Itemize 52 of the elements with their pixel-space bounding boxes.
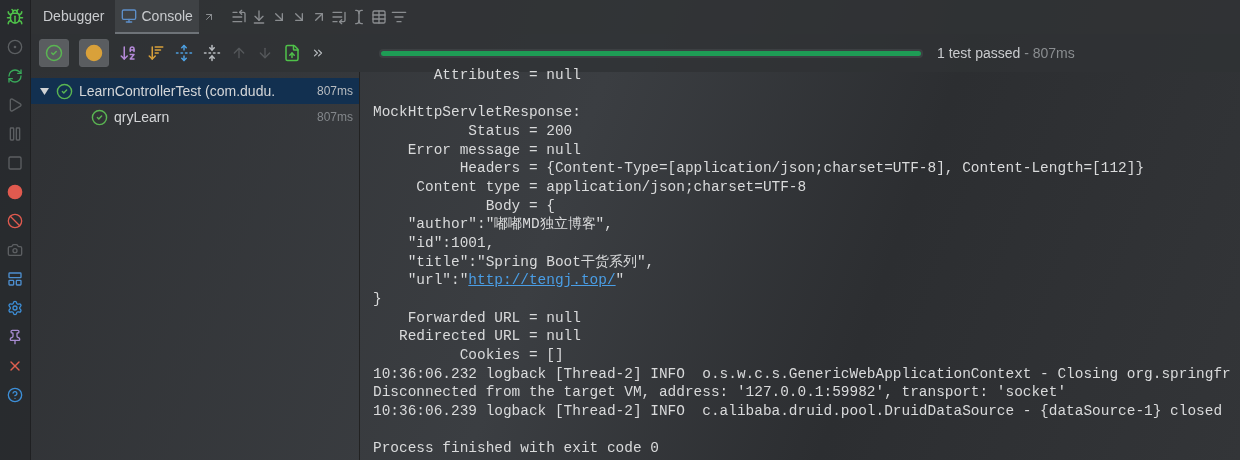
expand-all-icon[interactable]: [175, 44, 193, 62]
console-line: Process finished with exit code 0: [373, 439, 660, 458]
console-line: "title":"Spring Boot干货系列",: [406, 252, 656, 272]
collapse-all-icon[interactable]: [203, 44, 221, 62]
console-line: "author":"嘟嘟MD独立博客",: [406, 215, 614, 234]
more-icon[interactable]: [311, 46, 325, 60]
check-circle-icon: [91, 108, 108, 126]
check-circle-icon: [56, 82, 73, 100]
console-line: Forwarded URL = null: [406, 308, 582, 328]
play-icon[interactable]: [7, 97, 23, 113]
camera-icon[interactable]: [7, 242, 23, 258]
console-line: "id":1001,: [406, 233, 496, 253]
mute-breakpoints-icon[interactable]: [7, 213, 23, 229]
console-line: Error message = null: [406, 140, 582, 160]
layout-icon[interactable]: [7, 271, 23, 287]
breakpoints-icon[interactable]: [7, 184, 23, 200]
sort-by-duration-icon[interactable]: [147, 44, 165, 62]
test-name: LearnControllerTest (com.dudu.: [79, 83, 277, 99]
console-line: Redirected URL = null: [398, 327, 582, 346]
console-line: Cookies = []: [458, 345, 565, 365]
console-line: MockHttpServletResponse:: [373, 103, 582, 122]
expanded-triangle-icon[interactable]: [40, 87, 49, 95]
console-icon: [120, 8, 137, 24]
console-link[interactable]: http://tengj.top/: [468, 272, 616, 289]
show-ignored-toggle[interactable]: [79, 39, 109, 67]
test-name: qryLearn: [114, 109, 171, 125]
console-line: Status = 200: [467, 121, 574, 141]
test-tree-item[interactable]: LearnControllerTest (com.dudu. 807ms: [31, 78, 359, 104]
pin-icon[interactable]: [7, 329, 23, 345]
console-line: 10:36:06.232 logback [Thread-2] INFO o.s.w.c.s.GenericWebApplicationContext - Closing org.springfr: [373, 364, 1232, 384]
console-line: Body = {: [484, 196, 556, 216]
settings-icon[interactable]: [7, 300, 23, 316]
export-icon[interactable]: [283, 44, 301, 62]
test-status: 1 test passed - 807ms: [937, 45, 1075, 61]
help-icon[interactable]: [7, 387, 23, 403]
show-passed-toggle[interactable]: [39, 39, 69, 67]
sort-alphabetically-icon[interactable]: [119, 44, 137, 62]
console-line: Disconnected from the target VM, address: '127.0.0.1:59982', transport: 'socket': [373, 383, 1068, 402]
test-tree-item[interactable]: qryLearn 807ms: [31, 104, 359, 130]
bug-icon[interactable]: [6, 8, 24, 26]
tab[interactable]: Console: [114, 0, 199, 34]
pause-icon[interactable]: [7, 126, 23, 142]
console-line: }: [373, 289, 383, 309]
console-line: Content type = application/json;charset=UTF-8: [415, 177, 808, 197]
console-line: Attributes = null: [432, 66, 582, 85]
console-line: Headers = {Content-Type=[application/json;charset=UTF-8], Content-Length=[112]}: [458, 159, 1146, 178]
test-duration: 807ms: [316, 110, 353, 124]
console-line: "url":"http://tengj.top/": [406, 271, 626, 290]
console-line: 10:36:06.239 logback [Thread-2] INFO c.alibaba.druid.pool.DruidDataSource - {dataSource-1} closed: [373, 401, 1224, 421]
tab[interactable]: Debugger: [37, 0, 111, 34]
test-duration: 807ms: [316, 84, 353, 98]
rerun-icon[interactable]: [7, 68, 23, 84]
